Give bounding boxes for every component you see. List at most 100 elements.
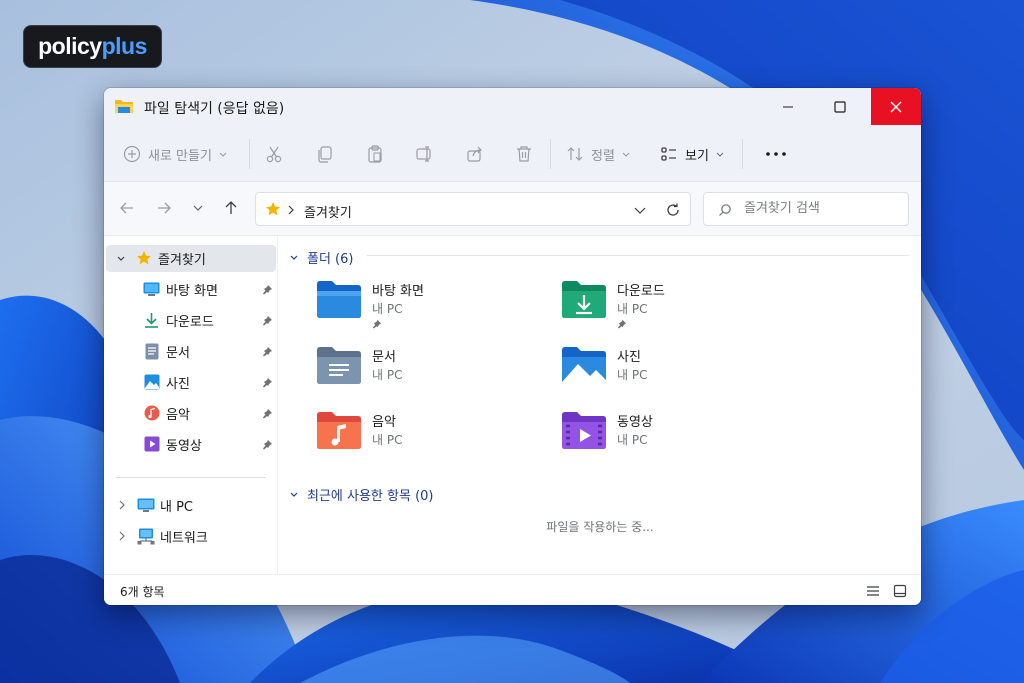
tiles-view-button[interactable]	[890, 581, 910, 601]
arrow-up-icon	[225, 201, 237, 214]
sidebar-item-label: 다운로드	[166, 315, 214, 330]
content-pane: 폴더 (6) 바탕 화면 내 PC 다운로드 내 PC 문서 내 PC 사진 내…	[279, 236, 921, 574]
tiles-view-icon	[893, 584, 907, 598]
pin-icon[interactable]	[262, 284, 273, 295]
arrow-right-icon	[158, 202, 171, 214]
clipboard-icon	[368, 145, 382, 163]
view-button[interactable]: 보기	[660, 141, 725, 167]
pin-icon[interactable]	[262, 377, 273, 388]
folder-tile-videos[interactable]: 동영상 내 PC	[560, 409, 800, 465]
pin-icon[interactable]	[262, 408, 273, 419]
computer-icon	[137, 498, 155, 512]
up-button[interactable]	[219, 196, 243, 220]
sidebar-item-videos[interactable]: 동영상	[106, 431, 276, 458]
folder-tile-downloads[interactable]: 다운로드 내 PC	[560, 278, 800, 334]
pin-icon[interactable]	[262, 439, 273, 450]
view-button-label: 보기	[685, 148, 709, 164]
policyplus-logo: policy plus	[23, 25, 162, 68]
new-button[interactable]: 새로 만들기	[123, 141, 228, 167]
folder-location: 내 PC	[372, 433, 403, 447]
sidebar-item-downloads[interactable]: 다운로드	[106, 307, 276, 334]
chevron-right-icon	[119, 500, 125, 510]
pictures-icon	[144, 374, 160, 390]
recent-header[interactable]: 최근에 사용한 항목 (0)	[289, 485, 434, 504]
chevron-down-icon	[622, 152, 630, 157]
refresh-icon[interactable]	[665, 202, 681, 218]
item-count: 6개 항목	[120, 585, 165, 599]
delete-button[interactable]	[514, 141, 534, 167]
download-icon	[145, 313, 158, 328]
back-button[interactable]	[115, 196, 139, 220]
recent-header-label: 최근에 사용한 항목 (0)	[307, 489, 434, 504]
address-dropdown-icon[interactable]	[634, 205, 646, 215]
command-bar: 새로 만들기 정렬 보기	[104, 125, 921, 182]
search-box[interactable]	[703, 192, 909, 226]
desktop-icon	[143, 282, 160, 296]
folder-location: 내 PC	[617, 368, 648, 382]
sidebar-item-desktop[interactable]: 바탕 화면	[106, 276, 276, 303]
sidebar-item-label: 바탕 화면	[166, 284, 218, 299]
music-folder-icon	[317, 412, 361, 449]
folder-location: 내 PC	[372, 302, 403, 316]
trash-icon	[517, 146, 531, 162]
address-bar[interactable]: 즐겨찾기	[255, 192, 691, 226]
section-divider	[454, 255, 909, 256]
plus-circle-icon	[123, 145, 141, 163]
sort-button[interactable]: 정렬	[566, 141, 631, 167]
folder-name: 바탕 화면	[372, 284, 424, 299]
desktop-folder-icon	[317, 281, 361, 318]
sort-arrows-icon	[567, 147, 583, 161]
sidebar-item-music[interactable]: 음악	[106, 400, 276, 427]
toolbar-separator	[249, 139, 250, 169]
sidebar-network-label: 네트워크	[160, 531, 208, 546]
recent-locations-button[interactable]	[186, 196, 210, 220]
logo-word-plus: plus	[101, 33, 148, 59]
star-icon	[137, 251, 151, 265]
minimize-button[interactable]	[764, 88, 812, 125]
sidebar-item-label: 동영상	[166, 439, 202, 454]
pin-icon[interactable]	[262, 315, 273, 326]
title-bar[interactable]: 파일 탐색기 (응답 없음)	[104, 88, 921, 125]
more-dots-icon	[766, 152, 786, 156]
chevron-right-icon	[288, 205, 294, 215]
scissors-icon	[266, 146, 282, 163]
view-list-icon	[661, 147, 676, 161]
paste-button[interactable]	[365, 141, 385, 167]
pin-icon[interactable]	[262, 346, 273, 357]
details-list-icon	[867, 586, 879, 596]
status-bar: 6개 항목	[104, 574, 921, 605]
cut-button[interactable]	[264, 141, 284, 167]
sidebar-item-this-pc[interactable]: 내 PC	[106, 492, 276, 519]
chevron-down-icon	[716, 152, 724, 157]
forward-button[interactable]	[152, 196, 176, 220]
share-button[interactable]	[465, 141, 485, 167]
folder-tile-documents[interactable]: 문서 내 PC	[315, 344, 555, 400]
copy-icon	[318, 146, 332, 163]
folder-name: 사진	[617, 350, 641, 365]
search-input[interactable]	[744, 201, 894, 216]
arrow-left-icon	[120, 202, 133, 214]
sidebar-divider	[116, 477, 266, 478]
file-explorer-icon	[114, 97, 134, 119]
close-button[interactable]	[871, 88, 921, 125]
copy-button[interactable]	[315, 141, 335, 167]
maximize-button[interactable]	[816, 88, 864, 125]
breadcrumb-favorites[interactable]: 즐겨찾기	[304, 202, 352, 221]
sidebar-item-pictures[interactable]: 사진	[106, 369, 276, 396]
document-icon	[145, 343, 159, 360]
folder-tile-pictures[interactable]: 사진 내 PC	[560, 344, 800, 400]
folder-location: 내 PC	[617, 302, 648, 316]
folder-tile-desktop[interactable]: 바탕 화면 내 PC	[315, 278, 555, 334]
sidebar-item-label: 음악	[166, 408, 190, 423]
sidebar-item-network[interactable]: 네트워크	[106, 523, 276, 550]
sidebar-item-favorites[interactable]: 즐겨찾기	[106, 245, 276, 272]
more-options-button[interactable]	[764, 141, 788, 167]
folder-tile-music[interactable]: 음악 내 PC	[315, 409, 555, 465]
pictures-folder-icon	[562, 347, 606, 384]
folder-name: 다운로드	[617, 284, 665, 299]
sidebar-item-documents[interactable]: 문서	[106, 338, 276, 365]
folders-header[interactable]: 폴더 (6)	[289, 248, 353, 267]
rename-button[interactable]	[415, 141, 435, 167]
chevron-down-icon	[290, 255, 298, 260]
details-view-button[interactable]	[863, 581, 883, 601]
